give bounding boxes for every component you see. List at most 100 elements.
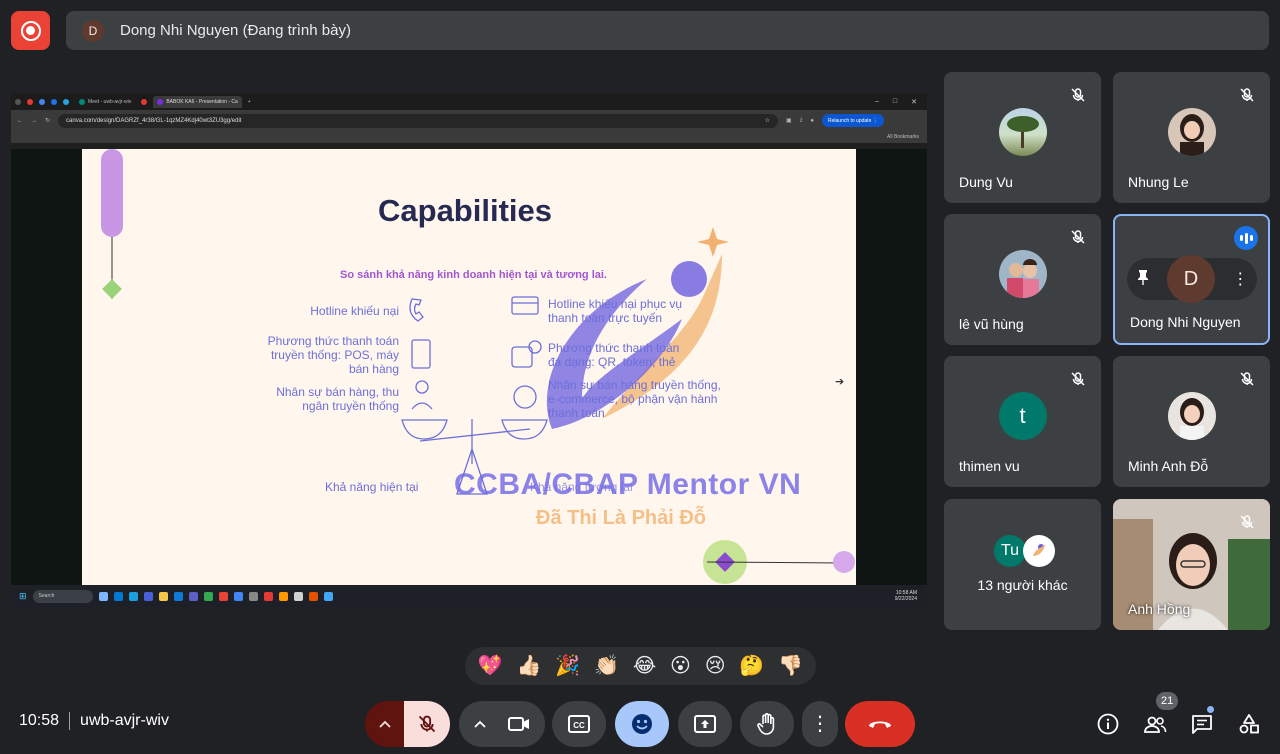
- raise-hand-button[interactable]: [740, 701, 794, 747]
- participant-tile[interactable]: Dung Vu: [944, 72, 1101, 203]
- taskbar-app-icon[interactable]: [158, 591, 168, 601]
- current-item-2: Phương thức thanh toán truyền thống: POS…: [267, 334, 399, 376]
- taskbar-search[interactable]: Search: [32, 589, 93, 603]
- close-window-icon[interactable]: ✕: [911, 98, 917, 106]
- chat-button[interactable]: [1188, 710, 1216, 738]
- participant-tile[interactable]: Anh Hồng: [1113, 499, 1270, 630]
- reaction-sparkling-heart[interactable]: 💖: [478, 656, 503, 676]
- taskbar-app-icon[interactable]: [203, 591, 213, 601]
- taskbar-app-icon[interactable]: [128, 591, 138, 601]
- participant-name: Dung Vu: [959, 174, 1013, 190]
- taskbar-clock[interactable]: 10:58 AM 9/22/2024: [895, 590, 927, 602]
- reaction-sad[interactable]: 😢: [705, 656, 726, 676]
- windows-start-icon[interactable]: ⊞: [19, 591, 27, 602]
- more-options-icon[interactable]: ⋮: [1232, 269, 1248, 289]
- profile-icon[interactable]: ●: [810, 118, 814, 124]
- taskbar-app-icon[interactable]: [188, 591, 198, 601]
- youtube-tab-icon[interactable]: [27, 98, 33, 105]
- tab-canva[interactable]: BABOK KA6 - Presentation - Ca: [153, 95, 242, 108]
- all-bookmarks[interactable]: All Bookmarks: [887, 134, 919, 140]
- audio-options-button[interactable]: [365, 701, 405, 747]
- participant-avatar: D: [1166, 255, 1215, 303]
- taskbar-app-icon[interactable]: [173, 591, 183, 601]
- taskbar-app-icon[interactable]: [218, 591, 228, 601]
- docs-tab-icon[interactable]: [51, 98, 57, 105]
- address-bar[interactable]: canva.com/design/DAGRZf_4r38/GL-1qzMZ4Kd…: [58, 113, 779, 128]
- meeting-details-button[interactable]: [1094, 710, 1122, 738]
- logo-star: [697, 227, 729, 257]
- captions-button[interactable]: CC: [552, 701, 606, 747]
- taskbar-app-icon[interactable]: [98, 591, 108, 601]
- back-icon[interactable]: ←: [17, 118, 23, 124]
- download-icon[interactable]: ⤓: [800, 117, 803, 124]
- mic-off-icon: [1065, 224, 1091, 250]
- reactions-button[interactable]: [615, 701, 669, 747]
- forward-icon[interactable]: →: [31, 118, 37, 124]
- taskbar-app-icon[interactable]: [293, 591, 303, 601]
- participant-tile[interactable]: lê vũ hùng: [944, 214, 1101, 345]
- taskbar-app-icon[interactable]: [263, 591, 273, 601]
- participant-name: thimen vu: [959, 458, 1020, 474]
- taskbar-app-icon[interactable]: [308, 591, 318, 601]
- recording-button[interactable]: [11, 11, 50, 50]
- taskbar-app-icon[interactable]: [143, 591, 153, 601]
- camera-toggle-button[interactable]: [459, 701, 545, 747]
- chevron-up-icon: [379, 720, 391, 728]
- new-tab-icon[interactable]: +: [248, 99, 251, 105]
- reaction-laughing[interactable]: 😂: [633, 656, 656, 676]
- future-item-2: Phương thức thanh toán đa dạng: QR, toke…: [548, 341, 680, 369]
- presentation-slide: Capabilities So sánh khả năng kinh doanh…: [82, 149, 856, 585]
- browser-tabstrip: Meet - uwb-avjr-wiv BABOK KA6 - Presenta…: [11, 93, 927, 110]
- people-button[interactable]: [1141, 710, 1169, 738]
- participant-name: lê vũ hùng: [959, 316, 1024, 332]
- relaunch-button[interactable]: Relaunch to update ⋮: [821, 114, 884, 127]
- people-count-badge: 21: [1156, 692, 1179, 710]
- gemini-tab-icon[interactable]: [39, 98, 45, 105]
- recording-tab-icon[interactable]: [141, 98, 148, 105]
- presenter-label: Dong Nhi Nguyen (Đang trình bày): [120, 22, 351, 39]
- speaking-indicator-icon: [1234, 226, 1258, 250]
- mic-toggle-button[interactable]: [404, 701, 450, 747]
- svg-text:CC: CC: [573, 721, 585, 730]
- taskbar-app-icon[interactable]: [248, 591, 258, 601]
- extensions-icon[interactable]: ▣: [786, 117, 792, 124]
- participant-tile-active-speaker[interactable]: D ⋮ Dong Nhi Nguyen: [1113, 214, 1270, 345]
- more-options-button[interactable]: ⋮: [802, 701, 838, 747]
- camera-icon: [508, 717, 529, 731]
- leave-call-button[interactable]: [845, 701, 915, 747]
- participant-avatar: [998, 107, 1047, 156]
- chevron-up-icon[interactable]: [474, 720, 486, 728]
- participant-tile[interactable]: Minh Anh Đỗ: [1113, 356, 1270, 487]
- next-slide-arrow-icon[interactable]: ➔: [835, 375, 844, 388]
- reaction-thinking[interactable]: 🤔: [739, 656, 764, 676]
- participant-tile[interactable]: Nhung Le: [1113, 72, 1270, 203]
- reaction-thumbs-down[interactable]: 👎🏻: [778, 656, 803, 676]
- telegram-tab-icon[interactable]: [63, 98, 69, 105]
- taskbar-app-icon[interactable]: [278, 591, 288, 601]
- participant-avatar: [1167, 391, 1216, 440]
- canva-tab-icon: [157, 98, 164, 105]
- presenter-banner[interactable]: D Dong Nhi Nguyen (Đang trình bày): [66, 11, 1269, 50]
- pin-icon[interactable]: [1136, 269, 1150, 290]
- info-icon: [1097, 713, 1119, 735]
- tab-meet[interactable]: Meet - uwb-avjr-wiv: [75, 96, 135, 108]
- reload-icon[interactable]: ↻: [45, 117, 50, 124]
- taskbar-app-icon[interactable]: [233, 591, 243, 601]
- participant-tile[interactable]: t thimen vu: [944, 356, 1101, 487]
- meet-tab-icon: [79, 98, 85, 105]
- future-item-1: Hotline khiếu nại phục vụ thanh toán trự…: [548, 297, 683, 325]
- reaction-surprised[interactable]: 😮: [670, 656, 691, 676]
- maximize-icon[interactable]: □: [893, 98, 897, 106]
- reaction-clapping[interactable]: 👏🏻: [594, 656, 619, 676]
- tab-search-icon[interactable]: [15, 98, 21, 105]
- participant-name: Nhung Le: [1128, 174, 1189, 190]
- taskbar-app-icon[interactable]: [113, 591, 123, 601]
- reaction-thumbs-up[interactable]: 👍🏻: [517, 656, 542, 676]
- bookmark-star-icon[interactable]: ☆: [765, 117, 770, 124]
- present-screen-button[interactable]: [678, 701, 732, 747]
- reaction-party-popper[interactable]: 🎉: [555, 656, 580, 676]
- minimize-icon[interactable]: –: [875, 98, 879, 106]
- taskbar-app-icon[interactable]: [323, 591, 333, 601]
- others-tile[interactable]: Tu 13 người khác: [944, 499, 1101, 630]
- activities-button[interactable]: [1235, 710, 1263, 738]
